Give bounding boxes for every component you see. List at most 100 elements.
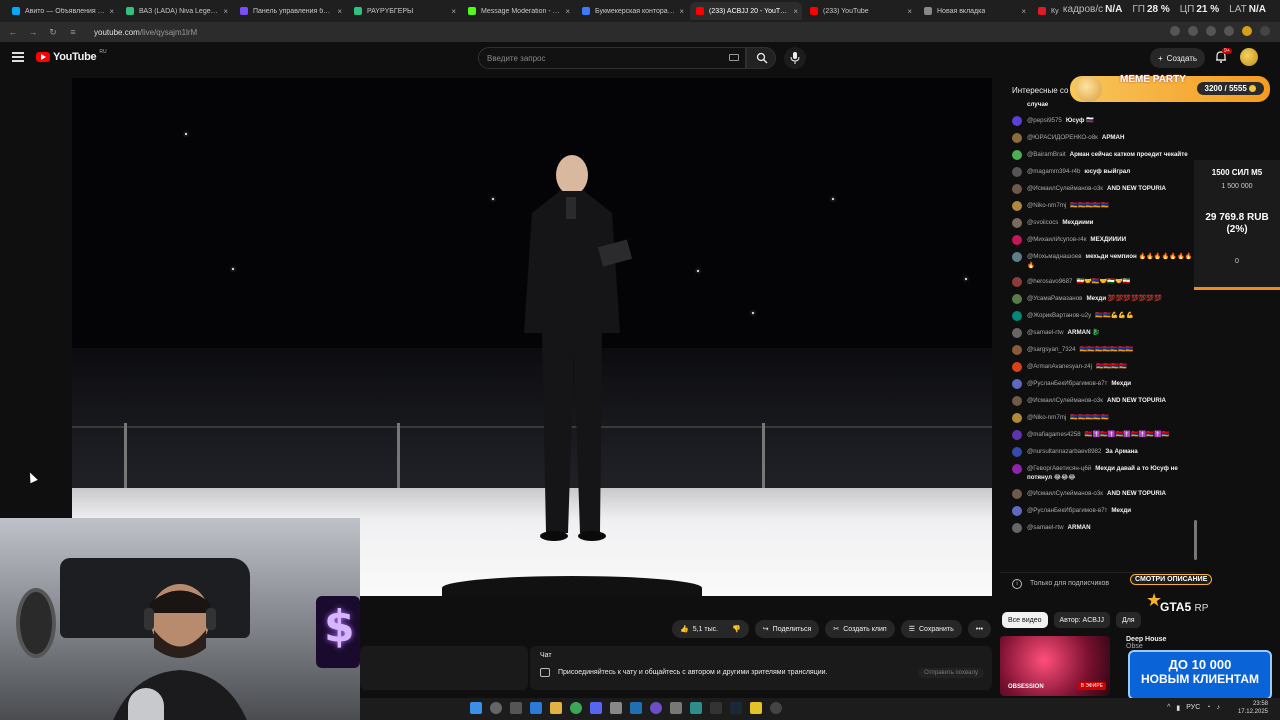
chat-message[interactable]: @ИсмаилСулейманов-o3к AND NEW TOPURIA [1012,489,1194,499]
extension-icon[interactable] [1242,26,1252,36]
chat-message[interactable]: @ИсмаилСулейманов-o3к AND NEW TOPURIA [1012,396,1194,406]
avatar[interactable] [1012,447,1022,457]
task-view-icon[interactable] [510,702,522,714]
hamburger-menu-icon[interactable] [12,52,24,62]
close-icon[interactable]: × [565,7,570,16]
browser-tab[interactable]: Панель управления баттонй × [234,2,346,20]
app-icon[interactable] [690,702,702,714]
close-icon[interactable]: × [907,7,912,16]
avatar[interactable] [1012,523,1022,533]
browser-tab[interactable]: Букмекерская контора BetB × [576,2,688,20]
send-praise-button[interactable]: Отправить похвалу [918,668,984,678]
close-icon[interactable]: × [1021,7,1026,16]
avatar[interactable] [1012,184,1022,194]
chat-message[interactable]: @РусланБекИбрагимов-в7т Мехди [1012,506,1194,516]
chat-scrollbar[interactable] [1194,520,1197,560]
chat-message[interactable]: @magamm394-r4b юсуф выйграл [1012,167,1194,177]
chat-author[interactable]: @ЮРАСИДОРЕНКО-о8к [1027,134,1098,141]
reload-icon[interactable]: ↻ [48,27,58,38]
info-icon[interactable]: i [1012,578,1022,589]
url-field[interactable]: youtube.com/live/qysajm1lrM [94,28,197,37]
chat-author[interactable]: @BairamBrait [1027,151,1066,158]
chat-message[interactable]: @МихаилИсупов-r4к МЕХДИИИИ [1012,235,1194,245]
search-button[interactable] [746,47,776,69]
extension-icon[interactable] [1188,26,1198,36]
save-button[interactable]: ☰ Сохранить [900,620,962,638]
close-icon[interactable]: × [109,7,114,16]
chat-author[interactable]: @mafiagames4258 [1027,431,1081,438]
chat-author[interactable]: @ИсмаилСулейманов-o3к [1027,397,1103,404]
chat-author[interactable]: @МихаилИсупов-r4к [1027,236,1086,243]
browser-tab[interactable]: PAYPYБГЕРЫ × [348,2,460,20]
chat-message[interactable]: @ЮРАСИДОРЕНКО-о8к АРМАН [1012,133,1194,143]
chat-author[interactable]: @Niko-nm7mj [1027,414,1066,421]
app-icon[interactable] [630,702,642,714]
chat-message[interactable]: @ArmanAvanesyan-z4j 🇦🇲🇦🇲🇦🇲🇦🇲 [1012,362,1194,372]
avatar[interactable] [1012,201,1022,211]
chat-message[interactable]: @Niko-nm7mj 🇦🇲🇦🇲🇦🇲🇦🇲🇦🇲 [1012,201,1194,211]
forward-icon[interactable]: → [28,27,38,37]
browser-tab[interactable]: (233) ACBJJ 20 - YouTube × [690,2,802,20]
avatar[interactable] [1012,413,1022,423]
more-actions-button[interactable]: ••• [967,620,992,638]
avatar[interactable] [1012,277,1022,287]
chat-author[interactable]: @Niko-nm7mj [1027,202,1066,209]
clock[interactable]: 23:58 17.12.2025 [1238,700,1268,716]
chat-author[interactable]: @samael-rtw [1027,524,1064,531]
related-video-thumbnail[interactable]: OBSESSION В ЭФИРЕ [1000,636,1110,696]
avatar[interactable] [1012,311,1022,321]
avatar[interactable] [1012,345,1022,355]
chat-message[interactable]: @pepsi9575 Юсуф 🇷🇺 [1012,116,1194,126]
chat-message[interactable]: @samael-rtw ARMAN [1012,523,1194,533]
avatar[interactable] [1012,489,1022,499]
avatar[interactable] [1012,379,1022,389]
chat-author[interactable]: @ИсмаилСулейманов-o3к [1027,490,1103,497]
browser-tab[interactable]: Message Moderation - Kick D × [462,2,574,20]
description-box[interactable] [360,646,528,690]
chat-author[interactable]: @ЖорикВартанов-u2y [1027,312,1091,319]
extension-icon[interactable] [1170,26,1180,36]
chat-message[interactable]: @sargsyan_7324 🇦🇲🇦🇲🇦🇲🇦🇲🇦🇲🇦🇲🇦🇲 [1012,345,1194,355]
chat-header[interactable]: Интересные со [1012,86,1068,95]
avatar[interactable] [1012,133,1022,143]
close-icon[interactable]: × [793,7,798,16]
wifi-icon[interactable]: ◔ [1206,704,1210,712]
thumbs-down-icon[interactable]: 👎 [732,625,741,633]
chat-message[interactable]: @РусланБекИбрагимов-в7т Мехди [1012,379,1194,389]
chat-message[interactable]: @ЖорикВартанов-u2y 🇦🇲🇦🇲💪💪💪 [1012,311,1194,321]
extension-icon[interactable] [1224,26,1234,36]
chat-author[interactable]: @ИсмаилСулейманов-o3к [1027,185,1103,192]
clip-button[interactable]: ✂ Создать клип [825,620,895,638]
chat-author[interactable]: @svoiicocs [1027,219,1058,226]
chat-message[interactable]: @samael-rtw ARMAN 🐉 [1012,328,1194,338]
avatar[interactable] [1012,506,1022,516]
chat-author[interactable]: @РусланБекИбрагимов-в7т [1027,380,1107,387]
chat-message[interactable]: @УсамаРамазанов Мехди 💯💯💯💯💯💯💯 [1012,294,1194,304]
chat-author[interactable]: @magamm394-r4b [1027,168,1080,175]
steam-icon[interactable] [730,702,742,714]
chat-message-list[interactable]: случае @pepsi9575 Юсуф 🇷🇺 @ЮРАСИДОРЕНКО-о8… [1012,100,1194,540]
avatar[interactable] [1012,167,1022,177]
close-icon[interactable]: × [223,7,228,16]
chat-author[interactable]: @sargsyan_7324 [1027,346,1076,353]
chat-author[interactable]: @УсамаРамазанов [1027,295,1082,302]
chat-author[interactable]: @nursultannazarbaev8982 [1027,448,1101,455]
filter-chip[interactable]: Все видео [1002,612,1048,628]
chat-message[interactable]: @herosavo9687 🇮🇷🤝🇦🇲🤝🇹🇯🤝🇮🇷 [1012,277,1194,287]
obs-icon[interactable] [770,702,782,714]
app-icon[interactable] [610,702,622,714]
app-icon[interactable] [670,702,682,714]
avatar[interactable] [1012,150,1022,160]
menu-icon[interactable] [1260,26,1270,36]
avatar[interactable] [1012,116,1022,126]
close-icon[interactable]: × [451,7,456,16]
back-icon[interactable]: ← [8,27,18,37]
folder-icon[interactable] [550,702,562,714]
share-button[interactable]: ↪ Поделиться [754,620,820,638]
chat-message[interactable]: @Мохьмаднашоев мехьди чемпион 🔥🔥🔥🔥🔥🔥🔥🔥 [1012,252,1194,270]
search-input[interactable]: Введите запрос [478,47,746,69]
chevron-up-icon[interactable]: ^ [1167,704,1170,712]
site-info-icon[interactable]: ≡ [68,27,78,37]
extension-icon[interactable] [1206,26,1216,36]
chat-author[interactable]: @ArmanAvanesyan-z4j [1027,363,1092,370]
